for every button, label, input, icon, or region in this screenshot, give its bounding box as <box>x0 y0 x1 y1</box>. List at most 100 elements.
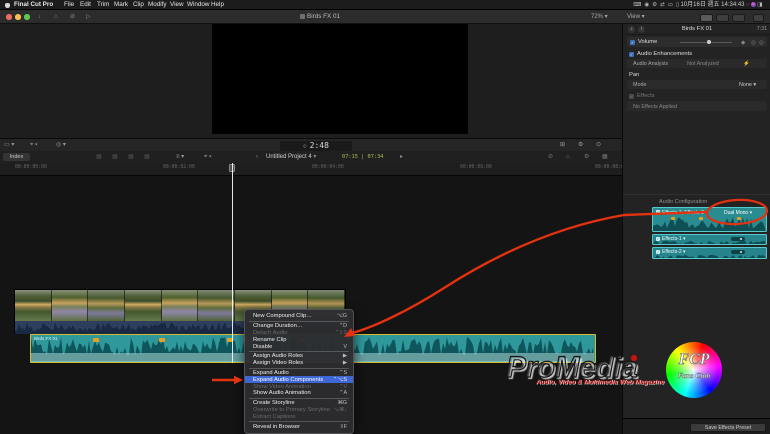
keyword-icon[interactable]: ⌂ <box>54 10 58 24</box>
toggle-inspector-button[interactable] <box>732 14 745 22</box>
menubar-status-area: ⌨◉⚙⇄▭▯10月16日 週五 14:34:43◌ ◨ <box>632 0 764 10</box>
audio-analysis-row[interactable]: Audio Analysis Not Analyzed ⚡ <box>627 59 767 68</box>
save-effects-preset-button[interactable]: Save Effects Preset <box>690 423 766 432</box>
timeline-toolbar: ▭ ▾ ⌖ ▾ ◎ ▾ ⊙2:48 ⊞ ⚙ ⊙ <box>0 138 622 151</box>
menu-modify[interactable]: Modify <box>148 0 167 10</box>
share-button[interactable] <box>753 14 764 22</box>
audio-skimming-icon[interactable]: ⌂ <box>566 151 570 163</box>
clip-context-menu: New Compound Clip…⌥G Change Duration…⌃D … <box>244 309 354 434</box>
component-2-checkbox[interactable]: ✓ <box>656 250 660 254</box>
menu-item-assign-video-roles[interactable]: Assign Video Roles▶ <box>245 360 353 367</box>
project-back-chevron[interactable]: ‹ <box>256 151 258 163</box>
main-clip-checkbox[interactable]: ✓ <box>656 210 660 214</box>
app-menu[interactable]: Final Cut Pro <box>14 0 53 10</box>
spotlight-icon[interactable]: ◌ <box>746 0 749 10</box>
menu-help[interactable]: Help <box>211 0 224 10</box>
position-menu[interactable]: ⌖ ▾ <box>204 151 212 163</box>
sync-icon[interactable]: ⇄ <box>660 0 665 10</box>
history-icon-2: ▦ <box>112 151 118 163</box>
playhead-line[interactable] <box>232 163 233 363</box>
menu-file[interactable]: File <box>64 0 74 10</box>
menu-item-new-compound-clip[interactable]: New Compound Clip…⌥G <box>245 313 353 320</box>
beat-marker <box>159 338 165 342</box>
project-name-menu[interactable]: Untitled Project 4 ▾ <box>266 151 316 163</box>
audio-inspector-tab-icon[interactable]: ♪ <box>628 26 635 33</box>
config-beat-marker <box>737 217 741 220</box>
effects-checkbox[interactable]: ✓ <box>629 94 634 99</box>
close-window-button[interactable] <box>6 14 12 20</box>
menu-item-reveal-in-browser[interactable]: Reveal in Browser⇧F <box>245 423 353 430</box>
extensions-icon[interactable]: ▷ <box>86 10 91 24</box>
marker-menu[interactable]: ≡ ▾ <box>176 151 184 163</box>
audio-enhancements-checkbox[interactable]: ✓ <box>629 52 634 57</box>
apple-menu-icon[interactable] <box>5 3 10 8</box>
menu-item-assign-audio-roles[interactable]: Assign Audio Roles▶ <box>245 353 353 360</box>
menu-item-expand-audio[interactable]: Expand Audio⌃S <box>245 370 353 377</box>
audio-config-component-1[interactable]: ✓ Effects-1 ▾ <box>652 234 767 245</box>
keyframe-prev-icon[interactable]: ◎ <box>751 40 756 46</box>
menu-item-expand-audio-components[interactable]: Expand Audio Components⌃⌥S <box>245 376 353 383</box>
siri-icon[interactable] <box>751 2 756 7</box>
history-icon-3: ▦ <box>128 151 134 163</box>
import-media-icon[interactable]: ↓ <box>38 10 41 24</box>
bluetooth-icon[interactable]: ◉ <box>644 0 649 10</box>
battery-icon[interactable]: ▯ <box>676 0 679 10</box>
menu-view[interactable]: View <box>170 0 184 10</box>
volume-checkbox[interactable]: ✓ <box>630 40 635 45</box>
clip-thumb-icon <box>300 14 305 19</box>
no-effects-row: No Effects Applied <box>627 101 767 111</box>
ruler-tick: 00:00:04:00 <box>312 165 344 170</box>
volume-slider[interactable] <box>680 42 732 43</box>
macos-menu-bar: Final Cut Pro File Edit Trim Mark Clip M… <box>0 0 770 10</box>
channel-mode-dropdown[interactable]: Dual Mono ▾ <box>724 210 752 216</box>
history-icon-1: ▦ <box>96 151 102 163</box>
menu-item-change-duration[interactable]: Change Duration…⌃D <box>245 323 353 330</box>
menu-clip[interactable]: Clip <box>133 0 144 10</box>
background-tasks-icon[interactable]: ⊘ <box>70 10 75 24</box>
viewer-area <box>0 24 622 138</box>
inspector-header: ♪ i Birds FX 01 7:31 <box>623 24 770 35</box>
keyframe-diamond-icon[interactable]: ◆ <box>741 40 745 46</box>
audio-enhancements-label: Audio Enhancements <box>637 51 692 57</box>
skimming-toggle-icon[interactable]: ⊘ <box>548 151 553 163</box>
menu-item-create-storyline[interactable]: Create Storyline⌘G <box>245 400 353 407</box>
keyboard-icon[interactable]: ⌨ <box>633 0 641 10</box>
inspector-clip-name: Birds FX 01 <box>653 24 741 35</box>
menu-edit[interactable]: Edit <box>80 0 91 10</box>
volume-slider-knob[interactable] <box>707 40 711 44</box>
project-forward-chevron[interactable]: ▸ <box>400 151 403 163</box>
final-cut-pro-screen: Final Cut Pro File Edit Trim Mark Clip M… <box>0 0 770 434</box>
menu-item-show-audio-animation[interactable]: Show Audio Animation⌃A <box>245 390 353 397</box>
solo-icon[interactable]: ⚙ <box>584 151 589 163</box>
timeline-ruler[interactable]: 00:00:00:00 00:00:02:00 00:00:04:00 00:0… <box>0 163 622 176</box>
timecode-dashboard: ⊙2:48 <box>280 141 352 151</box>
viewer-video-frame[interactable] <box>212 24 468 134</box>
toggle-browser-button[interactable] <box>700 14 713 22</box>
control-center-icon[interactable]: ◨ <box>757 0 762 10</box>
magic-wand-icon[interactable]: ⚡ <box>743 61 750 67</box>
viewer-view-menu[interactable]: View ▾ <box>627 10 645 24</box>
minimize-window-button[interactable] <box>15 14 21 20</box>
menu-item-rename-clip[interactable]: Rename Clip <box>245 336 353 343</box>
toggle-timeline-button[interactable] <box>716 14 729 22</box>
menu-item-disable[interactable]: DisableV <box>245 343 353 350</box>
mode-value-dropdown[interactable]: None ▾ <box>739 82 756 88</box>
menu-window[interactable]: Window <box>187 0 209 10</box>
audio-config-component-2[interactable]: ✓ Effects-2 ▾ <box>652 247 767 259</box>
index-button[interactable]: Index <box>3 153 30 161</box>
settings-icon[interactable]: ⚙ <box>652 0 657 10</box>
menu-mark[interactable]: Mark <box>114 0 128 10</box>
snapping-icon[interactable]: ▦ <box>602 151 608 163</box>
viewer-zoom-control[interactable]: 72% ▾ <box>591 10 608 24</box>
info-inspector-tab-icon[interactable]: i <box>638 26 645 33</box>
volume-label: Volume <box>638 39 657 45</box>
menu-trim[interactable]: Trim <box>97 0 109 10</box>
keyframe-next-icon[interactable]: ◎ <box>759 40 764 46</box>
menubar-clock[interactable]: 10月16日 週五 14:34:43 <box>680 2 744 8</box>
zoom-window-button[interactable] <box>24 14 30 20</box>
display-icon[interactable]: ▭ <box>668 0 673 10</box>
config-beat-marker <box>699 217 703 220</box>
audio-config-main-clip[interactable]: ✓ Effects-1, Effects-2 Dual Mono ▾ <box>652 207 767 232</box>
config-main-waveform <box>653 216 766 232</box>
menu-item-extract-captions: Extract Captions <box>245 413 353 420</box>
